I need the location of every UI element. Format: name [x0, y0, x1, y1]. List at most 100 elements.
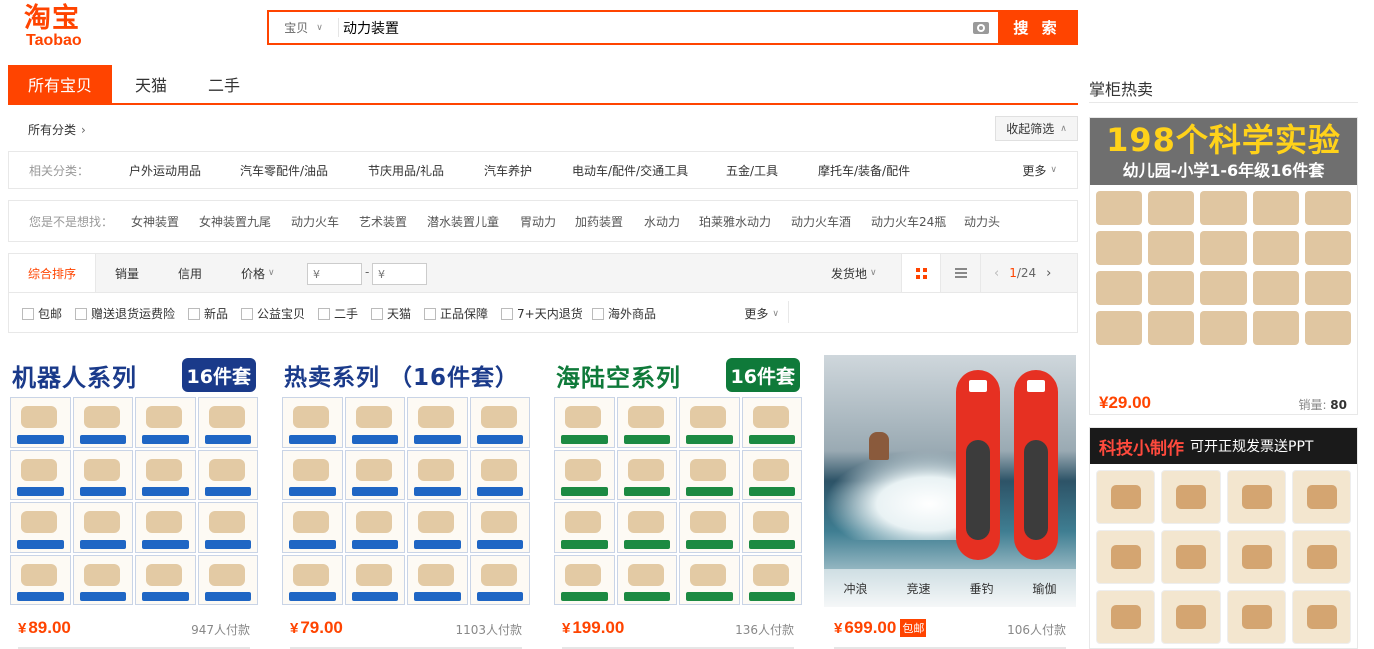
search-input[interactable]: [339, 12, 964, 43]
price-value: 199.00: [572, 618, 625, 637]
product-card[interactable]: 机器人系列 16件套 ¥89.00 947人付款: [8, 355, 260, 649]
suggest-item[interactable]: 动力火车24瓶: [871, 213, 946, 230]
checkbox[interactable]: [424, 307, 436, 320]
checkbox[interactable]: [592, 307, 604, 320]
related-item[interactable]: 汽车零配件/油品: [240, 162, 328, 179]
list-view-button[interactable]: [941, 254, 981, 292]
search-tabs: 所有宝贝 天猫 二手: [8, 65, 1078, 105]
price-from-input[interactable]: [307, 263, 362, 285]
product-title-peek[interactable]: [562, 643, 794, 649]
related-item[interactable]: 电动车/配件/交通工具: [572, 162, 688, 179]
checkbox[interactable]: [371, 307, 383, 320]
sidebar-ad[interactable]: 科技小制作 可开正规发票送PPT: [1089, 427, 1358, 649]
banner-badge: 16件套: [181, 358, 256, 392]
product-title-peek[interactable]: [834, 643, 1066, 649]
filter-second-hand[interactable]: 二手: [318, 305, 358, 322]
chevron-left-icon[interactable]: ‹: [994, 266, 999, 281]
suggest-item[interactable]: 珀莱雅水动力: [699, 213, 771, 230]
suggest-item[interactable]: 艺术装置: [359, 213, 407, 230]
checkbox[interactable]: [241, 307, 253, 320]
filter-charity[interactable]: 公益宝贝: [241, 305, 305, 322]
tab-tmall[interactable]: 天猫: [112, 65, 190, 103]
checkbox[interactable]: [501, 307, 513, 320]
chevron-right-icon[interactable]: ›: [1046, 266, 1051, 281]
tab-second-hand[interactable]: 二手: [190, 65, 258, 103]
search-type-label: 宝贝: [284, 21, 309, 35]
filter-genuine[interactable]: 正品保障: [424, 305, 488, 322]
surfer-figure: [869, 432, 889, 460]
product-image[interactable]: 冲浪 竞速 垂钓 瑜伽: [824, 355, 1076, 607]
checkbox[interactable]: [318, 307, 330, 320]
photo-tag: 垂钓: [969, 581, 994, 596]
search-type-dropdown[interactable]: 宝贝 ∨: [269, 18, 339, 37]
ad-banner: 科技小制作 可开正规发票送PPT: [1090, 428, 1357, 464]
product-card[interactable]: 海陆空系列 16件套 ¥199.00 136人付款: [552, 355, 804, 649]
chevron-down-icon: ∨: [1050, 165, 1057, 175]
camera-search-icon[interactable]: [964, 12, 998, 43]
filter-return-insurance[interactable]: 赠送退货运费险: [75, 305, 175, 322]
photo-tag: 冲浪: [843, 581, 868, 596]
product-title-peek[interactable]: [290, 643, 522, 649]
sort-default[interactable]: 综合排序: [9, 254, 97, 292]
page-total: /24: [1016, 266, 1037, 280]
suggest-item[interactable]: 加药装置: [575, 213, 623, 230]
collapse-filters-label: 收起筛选: [1006, 122, 1055, 136]
related-more-button[interactable]: 更多 ∨: [1022, 162, 1057, 179]
product-card[interactable]: 冲浪 竞速 垂钓 瑜伽 ¥699.00 包邮 106人付款: [824, 355, 1076, 649]
tab-all-items[interactable]: 所有宝贝: [8, 65, 112, 103]
product-image[interactable]: 海陆空系列 16件套: [552, 355, 804, 607]
chevron-right-icon: ›: [81, 122, 86, 137]
taobao-logo[interactable]: 淘宝 Taobao: [24, 5, 99, 53]
collapse-filters-button[interactable]: 收起筛选 ∧: [995, 116, 1078, 141]
filters-more-button[interactable]: 更多 ∨: [744, 305, 779, 322]
filter-tmall[interactable]: 天猫: [371, 305, 411, 322]
related-item[interactable]: 五金/工具: [726, 162, 778, 179]
suggest-item[interactable]: 胃动力: [520, 213, 556, 230]
suggest-item[interactable]: 动力火车: [291, 213, 339, 230]
sort-price[interactable]: 价格 ∨: [241, 254, 275, 292]
sidebar-title: 掌柜热卖: [1089, 80, 1154, 99]
related-categories: 相关分类： 户外运动用品 汽车零配件/油品 节庆用品/礼品 汽车养护 电动车/配…: [8, 151, 1078, 189]
filter-label: 海外商品: [608, 307, 657, 321]
banner-title: 海陆空系列: [556, 363, 681, 392]
price-to-input[interactable]: [372, 263, 427, 285]
product-image[interactable]: 热卖系列 （16件套）: [280, 355, 532, 607]
sort-credit[interactable]: 信用: [178, 254, 202, 292]
filter-overseas[interactable]: 海外商品: [592, 305, 656, 322]
suggest-label: 您是不是想找：: [29, 214, 114, 229]
search-button[interactable]: 搜 索: [998, 12, 1076, 43]
suggest-item[interactable]: 动力头: [964, 213, 1000, 230]
suggest-item[interactable]: 潜水装置儿童: [427, 213, 499, 230]
ad-headline: 198个科学实验: [1106, 121, 1341, 159]
divider: [788, 301, 789, 323]
suggest-item[interactable]: 女神装置九尾: [199, 213, 271, 230]
price-value: 89.00: [28, 618, 71, 637]
suggest-item[interactable]: 水动力: [644, 213, 680, 230]
ship-from-dropdown[interactable]: 发货地 ∨: [831, 254, 877, 292]
sidebar-ad[interactable]: 198个科学实验 幼儿园-小学1-6年级16件套 ¥29.00 销量: 80: [1089, 117, 1358, 415]
filter-label: 包邮: [38, 307, 63, 321]
checkbox[interactable]: [75, 307, 87, 320]
breadcrumb[interactable]: 所有分类 ›: [28, 121, 86, 138]
suggest-item[interactable]: 动力火车酒: [791, 213, 851, 230]
banner-badge: 16件套: [725, 358, 800, 392]
product-image[interactable]: 机器人系列 16件套: [8, 355, 260, 607]
filter-new[interactable]: 新品: [188, 305, 228, 322]
sort-sales[interactable]: 销量: [115, 254, 139, 292]
related-item[interactable]: 节庆用品/礼品: [368, 162, 444, 179]
chevron-down-icon: ∨: [316, 22, 323, 33]
filter-free-shipping[interactable]: 包邮: [22, 305, 62, 322]
related-item[interactable]: 户外运动用品: [129, 162, 201, 179]
filter-7day-return[interactable]: 7+天内退货: [501, 305, 583, 322]
grid-view-button[interactable]: [901, 254, 941, 292]
suggest-item[interactable]: 女神装置: [131, 213, 179, 230]
sales-value: 80: [1330, 398, 1347, 412]
ad-sales: 销量: 80: [1298, 396, 1347, 413]
related-item[interactable]: 摩托车/装备/配件: [818, 162, 910, 179]
product-title-peek[interactable]: [18, 643, 250, 649]
free-shipping-badge: 包邮: [900, 619, 927, 637]
related-item[interactable]: 汽车养护: [484, 162, 532, 179]
product-card[interactable]: 热卖系列 （16件套） ¥79.00 1103人付款: [280, 355, 532, 649]
checkbox[interactable]: [188, 307, 200, 320]
checkbox[interactable]: [22, 307, 34, 320]
